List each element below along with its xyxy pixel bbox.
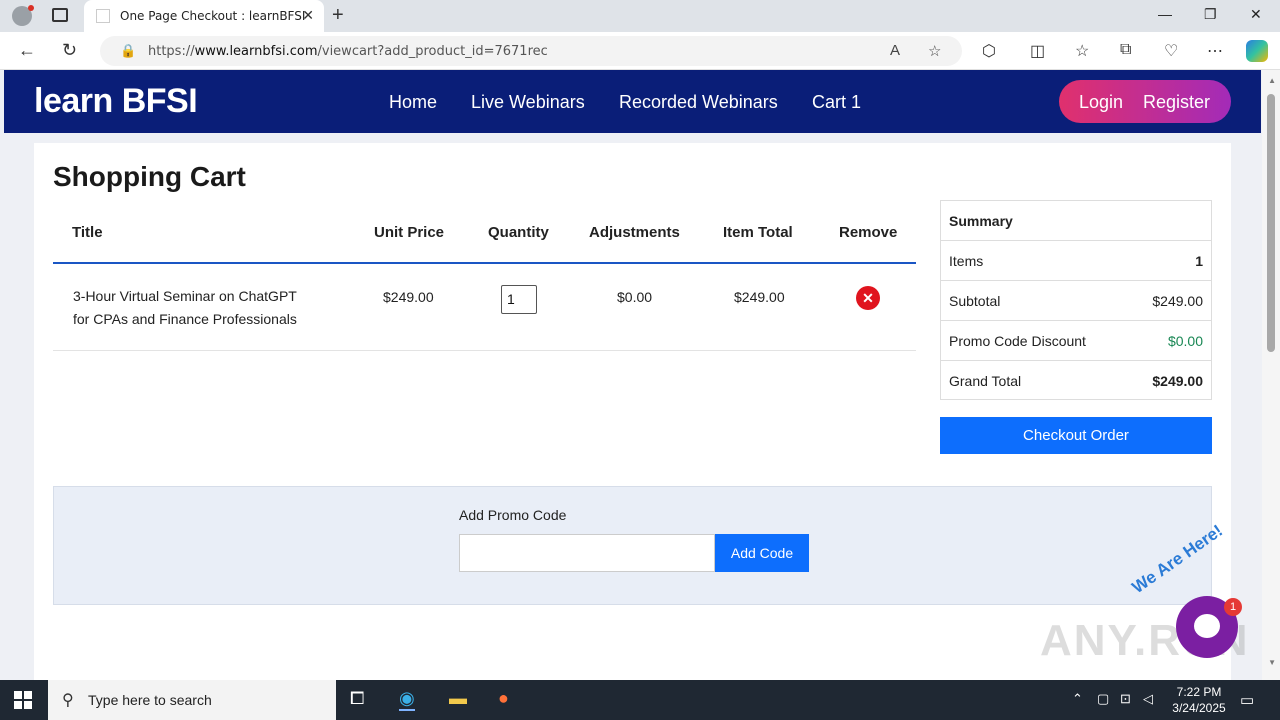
network-icon[interactable]: ⊡	[1120, 691, 1131, 707]
scroll-thumb[interactable]	[1267, 94, 1275, 352]
restore-button[interactable]: ❐	[1204, 6, 1217, 23]
scroll-down-icon[interactable]: ▼	[1268, 658, 1276, 667]
item-adjustments: $0.00	[617, 289, 653, 305]
page-favicon-icon	[96, 9, 110, 23]
notification-dot	[28, 5, 34, 11]
tray-chevron-icon[interactable]: ⌃	[1072, 691, 1083, 707]
summary-items-label: Items	[949, 253, 984, 269]
col-quantity: Quantity	[488, 224, 549, 241]
remove-item-icon[interactable]: ✕	[856, 286, 880, 310]
browser-tab-bar: One Page Checkout : learnBFSI ✕ + — ❐ ✕	[0, 0, 1280, 32]
summary-discount-row: Promo Code Discount $0.00	[941, 321, 1211, 361]
file-explorer-icon[interactable]: ▬	[449, 688, 467, 709]
row-divider	[53, 350, 916, 351]
scroll-up-icon[interactable]: ▲	[1268, 76, 1276, 85]
windows-taskbar: ⚲ Type here to search ⧠ ◉ ▬ ● ⌃ ▢ ⊡ ◁ 7:…	[0, 680, 1280, 720]
minimize-button[interactable]: —	[1158, 6, 1172, 22]
summary-discount-value: $0.00	[1167, 333, 1203, 349]
summary-subtotal-value: $249.00	[1152, 293, 1203, 309]
nav-cart[interactable]: Cart 1	[812, 92, 861, 113]
summary-subtotal-row: Subtotal $249.00	[941, 281, 1211, 321]
notifications-icon[interactable]: ▭	[1240, 691, 1254, 709]
clock-date: 3/24/2025	[1172, 701, 1226, 715]
col-adjustments: Adjustments	[589, 224, 680, 241]
taskbar-search-placeholder: Type here to search	[88, 692, 212, 708]
taskbar-clock[interactable]: 7:22 PM 3/24/2025	[1166, 684, 1232, 716]
nav-home[interactable]: Home	[389, 92, 437, 113]
auth-buttons: Login Register	[1059, 80, 1231, 123]
item-title-line1[interactable]: 3-Hour Virtual Seminar on ChatGPT	[73, 288, 297, 304]
promo-code-label: Add Promo Code	[459, 507, 567, 523]
item-unit-price: $249.00	[383, 289, 434, 305]
col-unit-price: Unit Price	[374, 224, 445, 241]
collections-icon[interactable]: ⧉	[1120, 41, 1131, 59]
col-remove: Remove	[839, 224, 898, 241]
favorite-star-icon[interactable]: ☆	[928, 42, 941, 60]
promo-code-section: Add Promo Code Add Code	[53, 486, 1212, 605]
summary-grand-total-label: Grand Total	[949, 373, 1022, 389]
checkout-order-button[interactable]: Checkout Order	[940, 417, 1212, 454]
copilot-icon[interactable]	[1246, 40, 1268, 62]
header-divider	[53, 262, 916, 264]
firefox-icon[interactable]: ●	[498, 688, 509, 709]
browser-toolbar: ← ↻ 🔒 https://www.learnbfsi.com/viewcart…	[0, 32, 1280, 70]
refresh-icon[interactable]: ↻	[62, 40, 77, 61]
browser-essentials-icon[interactable]: ♡	[1164, 41, 1178, 61]
read-aloud-icon[interactable]: A	[890, 42, 900, 59]
extensions-icon[interactable]: ⬡	[982, 41, 996, 61]
summary-discount-label: Promo Code Discount	[949, 333, 1086, 349]
back-arrow-icon[interactable]: ←	[18, 40, 36, 61]
quantity-input[interactable]: 1	[501, 285, 537, 314]
summary-heading: Summary	[949, 213, 1013, 229]
favorites-icon[interactable]: ☆	[1075, 41, 1089, 61]
login-button[interactable]: Login	[1079, 92, 1123, 113]
tray-device-icon[interactable]: ▢	[1097, 691, 1109, 707]
clock-time: 7:22 PM	[1176, 685, 1222, 699]
summary-grand-total-row: Grand Total $249.00	[941, 361, 1211, 401]
window-close-button[interactable]: ✕	[1250, 6, 1262, 23]
split-screen-icon[interactable]: ◫	[1030, 41, 1045, 61]
taskbar-search[interactable]: ⚲ Type here to search	[48, 680, 336, 720]
new-tab-button[interactable]: +	[332, 4, 344, 27]
url-text[interactable]: https://www.learnbfsi.com/viewcart?add_p…	[148, 44, 548, 59]
chat-bubble-icon	[1194, 614, 1220, 638]
site-logo[interactable]: learn BFSI	[34, 82, 198, 121]
nav-recorded-webinars[interactable]: Recorded Webinars	[619, 92, 778, 113]
promo-code-input[interactable]	[459, 534, 715, 572]
page-viewport: learn BFSI Home Live Webinars Recorded W…	[0, 70, 1280, 680]
item-total: $249.00	[734, 289, 785, 305]
page-scrollbar[interactable]: ▲ ▼	[1262, 70, 1280, 680]
tab-close-icon[interactable]: ✕	[302, 7, 314, 24]
page-title: Shopping Cart	[53, 161, 246, 192]
summary-header-row: Summary	[941, 201, 1211, 241]
add-code-button[interactable]: Add Code	[715, 534, 809, 572]
summary-subtotal-label: Subtotal	[949, 293, 1001, 309]
register-button[interactable]: Register	[1143, 92, 1210, 113]
more-menu-icon[interactable]: ⋯	[1207, 41, 1223, 61]
address-bar[interactable]: 🔒 https://www.learnbfsi.com/viewcart?add…	[100, 36, 962, 66]
edge-browser-icon[interactable]: ◉	[399, 688, 415, 711]
chat-widget-button[interactable]: 1	[1176, 596, 1242, 658]
tab-title: One Page Checkout : learnBFSI	[120, 9, 306, 23]
summary-items-row: Items 1	[941, 241, 1211, 281]
lock-icon[interactable]: 🔒	[120, 43, 136, 59]
site-header: learn BFSI Home Live Webinars Recorded W…	[4, 70, 1261, 133]
summary-items-value: 1	[1195, 253, 1203, 269]
summary-grand-total-value: $249.00	[1152, 373, 1203, 389]
chat-unread-badge: 1	[1224, 598, 1242, 616]
search-icon: ⚲	[62, 692, 74, 709]
col-item-total: Item Total	[723, 224, 793, 241]
nav-live-webinars[interactable]: Live Webinars	[471, 92, 585, 113]
item-title-line2[interactable]: for CPAs and Finance Professionals	[73, 311, 297, 327]
task-view-icon[interactable]: ⧠	[350, 688, 364, 709]
volume-icon[interactable]: ◁	[1143, 691, 1153, 707]
browser-tab-active[interactable]: One Page Checkout : learnBFSI ✕	[84, 0, 324, 32]
tab-actions-icon[interactable]	[52, 8, 68, 22]
col-title: Title	[72, 224, 103, 241]
cart-content: Shopping Cart Title Unit Price Quantity …	[34, 143, 1231, 680]
order-summary: Summary Items 1 Subtotal $249.00 Promo C…	[940, 200, 1212, 400]
start-windows-icon[interactable]	[14, 691, 32, 709]
